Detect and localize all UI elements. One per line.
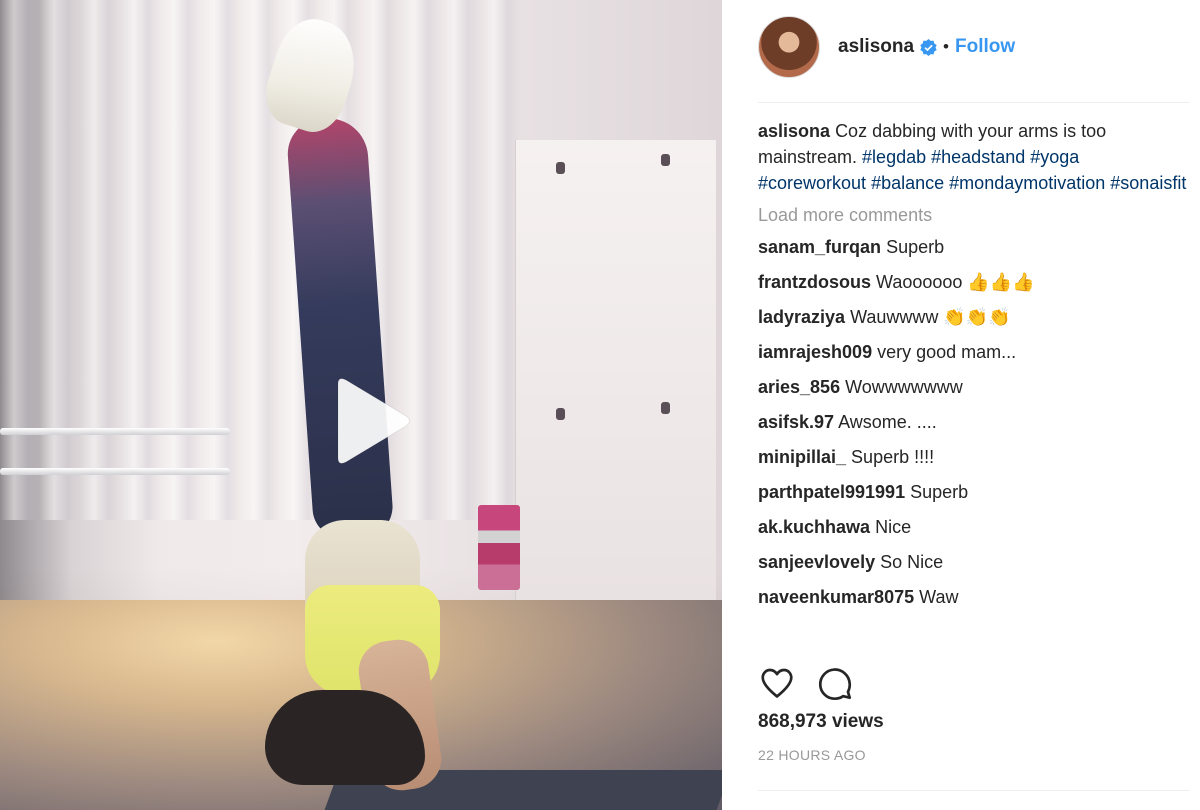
comment-text: Superb bbox=[910, 482, 969, 502]
caption-username[interactable]: aslisona bbox=[758, 121, 830, 141]
hashtag-link[interactable]: #headstand bbox=[931, 147, 1025, 167]
header-username[interactable]: aslisona bbox=[838, 36, 914, 58]
yoga-blocks bbox=[478, 505, 520, 590]
comment-text: So Nice bbox=[880, 552, 944, 572]
comment-item: naveenkumar8075 Waw bbox=[758, 580, 1188, 615]
comment-username[interactable]: naveenkumar8075 bbox=[758, 587, 914, 607]
footer-divider bbox=[758, 790, 1190, 791]
header-divider bbox=[758, 102, 1190, 103]
comment-text: Wauwwww 👏👏👏 bbox=[850, 307, 1011, 327]
comment-text: Nice bbox=[875, 517, 912, 537]
instagram-post: aslisona • Follow aslisona Coz dabbing w… bbox=[0, 0, 1200, 810]
comment-username[interactable]: iamrajesh009 bbox=[758, 342, 872, 362]
load-more-comments-link[interactable]: Load more comments bbox=[758, 205, 1188, 226]
comment-username[interactable]: minipillai_ bbox=[758, 447, 846, 467]
hashtag-link[interactable]: #sonaisfit bbox=[1110, 173, 1186, 193]
verified-badge-icon bbox=[920, 38, 937, 56]
comment-item: ak.kuchhawa Nice bbox=[758, 510, 1188, 545]
caption: aslisona Coz dabbing with your arms is t… bbox=[758, 118, 1188, 196]
comment-username[interactable]: asifsk.97 bbox=[758, 412, 834, 432]
ballet-barre bbox=[0, 428, 230, 435]
comment-item: iamrajesh009 very good mam... bbox=[758, 335, 1188, 370]
post-sidebar: aslisona • Follow aslisona Coz dabbing w… bbox=[722, 0, 1200, 810]
comment-username[interactable]: frantzdosous bbox=[758, 272, 871, 292]
comment-text: Waw bbox=[919, 587, 959, 607]
avatar[interactable] bbox=[758, 16, 820, 78]
comment-username[interactable]: ak.kuchhawa bbox=[758, 517, 870, 537]
curtain-background bbox=[0, 0, 520, 520]
comment-username[interactable]: sanam_furqan bbox=[758, 237, 881, 257]
comment-item: ladyraziya Wauwwww 👏👏👏 bbox=[758, 300, 1188, 335]
hashtag-link[interactable]: #coreworkout bbox=[758, 173, 866, 193]
comment-text: Wowwwwwww bbox=[845, 377, 963, 397]
follow-button[interactable]: Follow bbox=[955, 36, 1015, 58]
wall-knob bbox=[661, 402, 670, 414]
comment-item: sanjeevlovely So Nice bbox=[758, 545, 1188, 580]
comment-icon[interactable] bbox=[816, 664, 854, 702]
comment-item: frantzdosous Waoooooo 👍👍👍 bbox=[758, 265, 1188, 300]
separator-dot: • bbox=[943, 37, 949, 56]
hashtag-link[interactable]: #balance bbox=[871, 173, 944, 193]
comment-username[interactable]: parthpatel991991 bbox=[758, 482, 905, 502]
comment-item: minipillai_ Superb !!!! bbox=[758, 440, 1188, 475]
action-bar bbox=[758, 664, 854, 702]
post-header: aslisona • Follow bbox=[758, 16, 1188, 78]
post-timestamp[interactable]: 22 HOURS AGO bbox=[758, 747, 866, 763]
comment-item: asifsk.97 Awsome. .... bbox=[758, 405, 1188, 440]
wall-knob bbox=[556, 162, 565, 174]
comment-item: sanam_furqan Superb bbox=[758, 230, 1188, 265]
hashtag-link[interactable]: #mondaymotivation bbox=[949, 173, 1105, 193]
video-player[interactable] bbox=[0, 0, 722, 810]
wall-panel bbox=[515, 140, 716, 600]
comment-username[interactable]: aries_856 bbox=[758, 377, 840, 397]
hashtag-link[interactable]: #yoga bbox=[1030, 147, 1079, 167]
view-count[interactable]: 868,973 views bbox=[758, 711, 884, 733]
comment-text: Awsome. .... bbox=[838, 412, 937, 432]
comment-username[interactable]: sanjeevlovely bbox=[758, 552, 875, 572]
wall-knob bbox=[661, 154, 670, 166]
hashtag-link[interactable]: #legdab bbox=[862, 147, 926, 167]
comment-item: aries_856 Wowwwwwww bbox=[758, 370, 1188, 405]
comment-list: sanam_furqan Superb frantzdosous Waooooo… bbox=[758, 230, 1188, 615]
comment-text: Superb !!!! bbox=[851, 447, 935, 467]
ballet-barre bbox=[0, 468, 230, 475]
comment-text: very good mam... bbox=[877, 342, 1017, 362]
comment-text: Superb bbox=[886, 237, 945, 257]
comment-username[interactable]: ladyraziya bbox=[758, 307, 845, 327]
wall-knob bbox=[556, 408, 565, 420]
comment-item: parthpatel991991 Superb bbox=[758, 475, 1188, 510]
heart-icon[interactable] bbox=[758, 664, 796, 702]
comment-text: Waoooooo 👍👍👍 bbox=[876, 272, 1035, 292]
comments-section: aslisona Coz dabbing with your arms is t… bbox=[758, 118, 1188, 615]
play-icon[interactable] bbox=[318, 374, 412, 468]
